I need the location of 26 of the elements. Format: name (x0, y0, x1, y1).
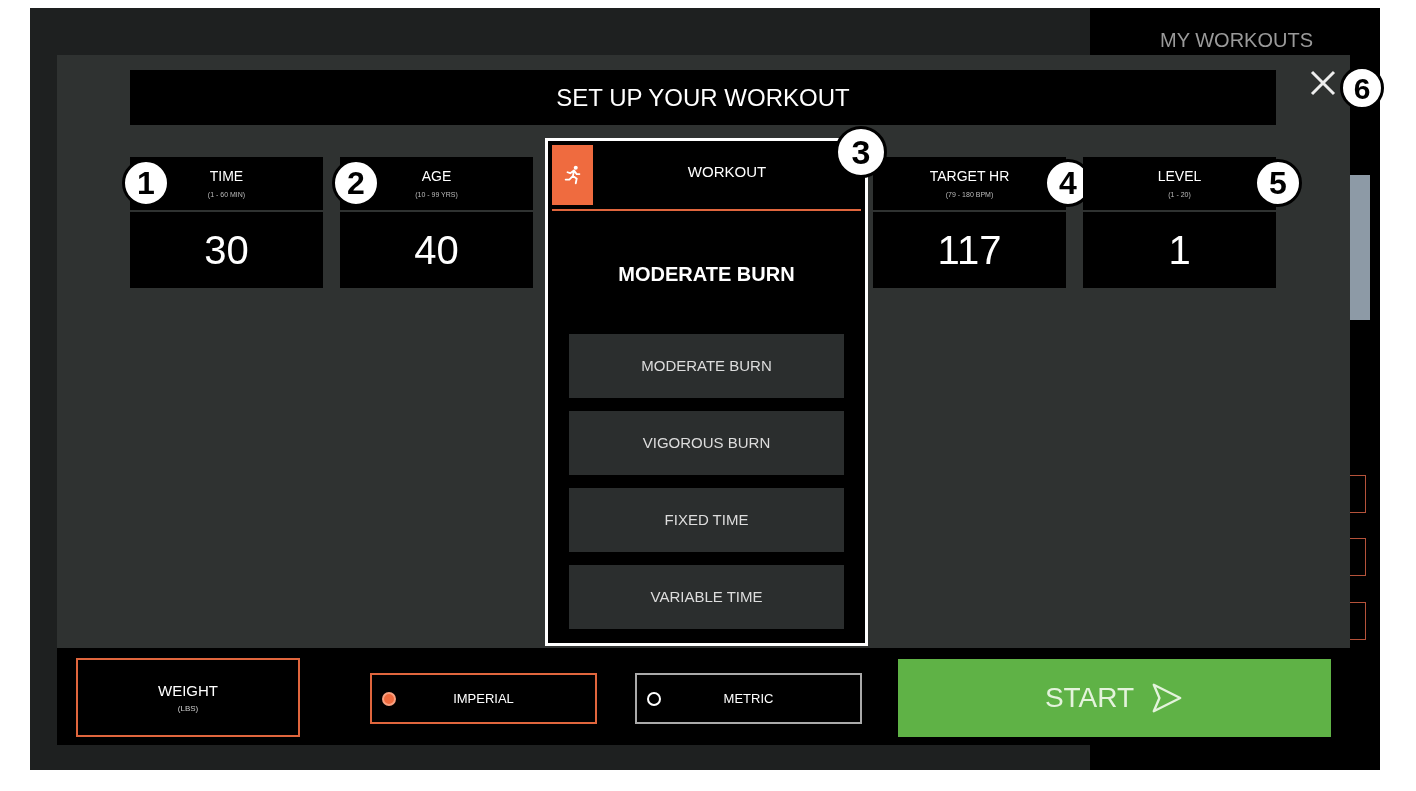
dialog-title: SET UP YOUR WORKOUT (130, 70, 1276, 125)
workout-label: WORKOUT (686, 162, 768, 182)
selected-workout: MODERATE BURN (617, 262, 796, 287)
workout-option[interactable]: FIXED TIME (569, 488, 844, 552)
field-label: AGE (421, 167, 452, 187)
weight-unit: (LBS) (177, 702, 199, 715)
field-label: TARGET HR (929, 167, 1010, 187)
radio-icon (647, 692, 661, 706)
close-icon (1308, 68, 1338, 98)
value-field[interactable]: 1 (1083, 212, 1276, 288)
unit-option[interactable]: IMPERIAL (370, 673, 597, 724)
workout-option[interactable]: VIGOROUS BURN (569, 411, 844, 475)
runner-icon (552, 145, 593, 205)
weight-label: WEIGHT (158, 681, 218, 702)
weight-field[interactable]: WEIGHT (LBS) (76, 658, 300, 737)
value-field[interactable]: 40 (340, 212, 533, 288)
field-label: TIME (209, 167, 244, 187)
workout-option[interactable]: MODERATE BURN (569, 334, 844, 398)
radio-icon (382, 692, 396, 706)
side-panel-title: MY WORKOUTS (1160, 28, 1313, 52)
close-button[interactable] (1308, 68, 1338, 98)
field-label: LEVEL (1157, 167, 1202, 187)
unit-option[interactable]: METRIC (635, 673, 862, 724)
value-field[interactable]: 30 (130, 212, 323, 288)
workout-option[interactable]: VARIABLE TIME (569, 565, 844, 629)
value-field[interactable]: 117 (873, 212, 1066, 288)
